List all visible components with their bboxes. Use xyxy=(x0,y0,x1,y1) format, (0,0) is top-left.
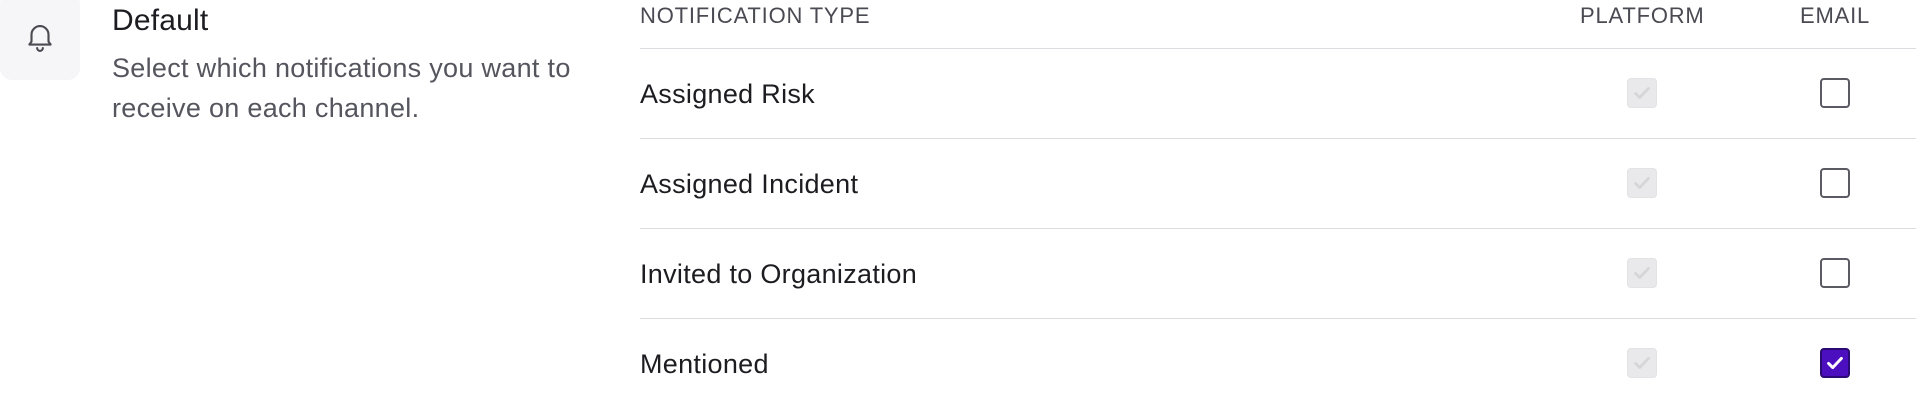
email-checkbox-checked[interactable] xyxy=(1820,348,1850,378)
check-icon xyxy=(1634,267,1650,279)
table-row: Assigned Risk xyxy=(640,49,1916,139)
bell-icon xyxy=(28,25,52,52)
table-row: Invited to Organization xyxy=(640,229,1916,319)
check-icon xyxy=(1827,356,1843,370)
section-title: Default xyxy=(112,4,209,37)
email-checkbox[interactable] xyxy=(1820,78,1850,108)
header-email: EMAIL xyxy=(1800,3,1871,28)
table-header: NOTIFICATION TYPE PLATFORM EMAIL xyxy=(640,0,1916,49)
table-row: Mentioned xyxy=(640,319,1916,408)
notification-table: NOTIFICATION TYPE PLATFORM EMAIL Assigne… xyxy=(640,0,1916,408)
email-checkbox[interactable] xyxy=(1820,168,1850,198)
platform-checkbox xyxy=(1627,348,1657,378)
platform-checkbox xyxy=(1627,78,1657,108)
check-icon xyxy=(1634,87,1650,99)
default-notifications-section: Default Select which notifications you w… xyxy=(0,0,1916,408)
notification-type-label: Assigned Incident xyxy=(640,169,859,199)
email-checkbox[interactable] xyxy=(1820,258,1850,288)
notification-type-label: Mentioned xyxy=(640,349,769,379)
header-notification-type: NOTIFICATION TYPE xyxy=(640,3,871,28)
platform-checkbox xyxy=(1627,168,1657,198)
section-description: Select which notifications you want to r… xyxy=(112,53,571,123)
bell-icon-container xyxy=(0,0,80,80)
check-icon xyxy=(1634,357,1650,369)
table-row: Assigned Incident xyxy=(640,139,1916,229)
header-platform: PLATFORM xyxy=(1580,3,1705,28)
notification-type-label: Invited to Organization xyxy=(640,259,918,289)
check-icon xyxy=(1634,177,1650,189)
platform-checkbox xyxy=(1627,258,1657,288)
notification-type-label: Assigned Risk xyxy=(640,79,815,109)
